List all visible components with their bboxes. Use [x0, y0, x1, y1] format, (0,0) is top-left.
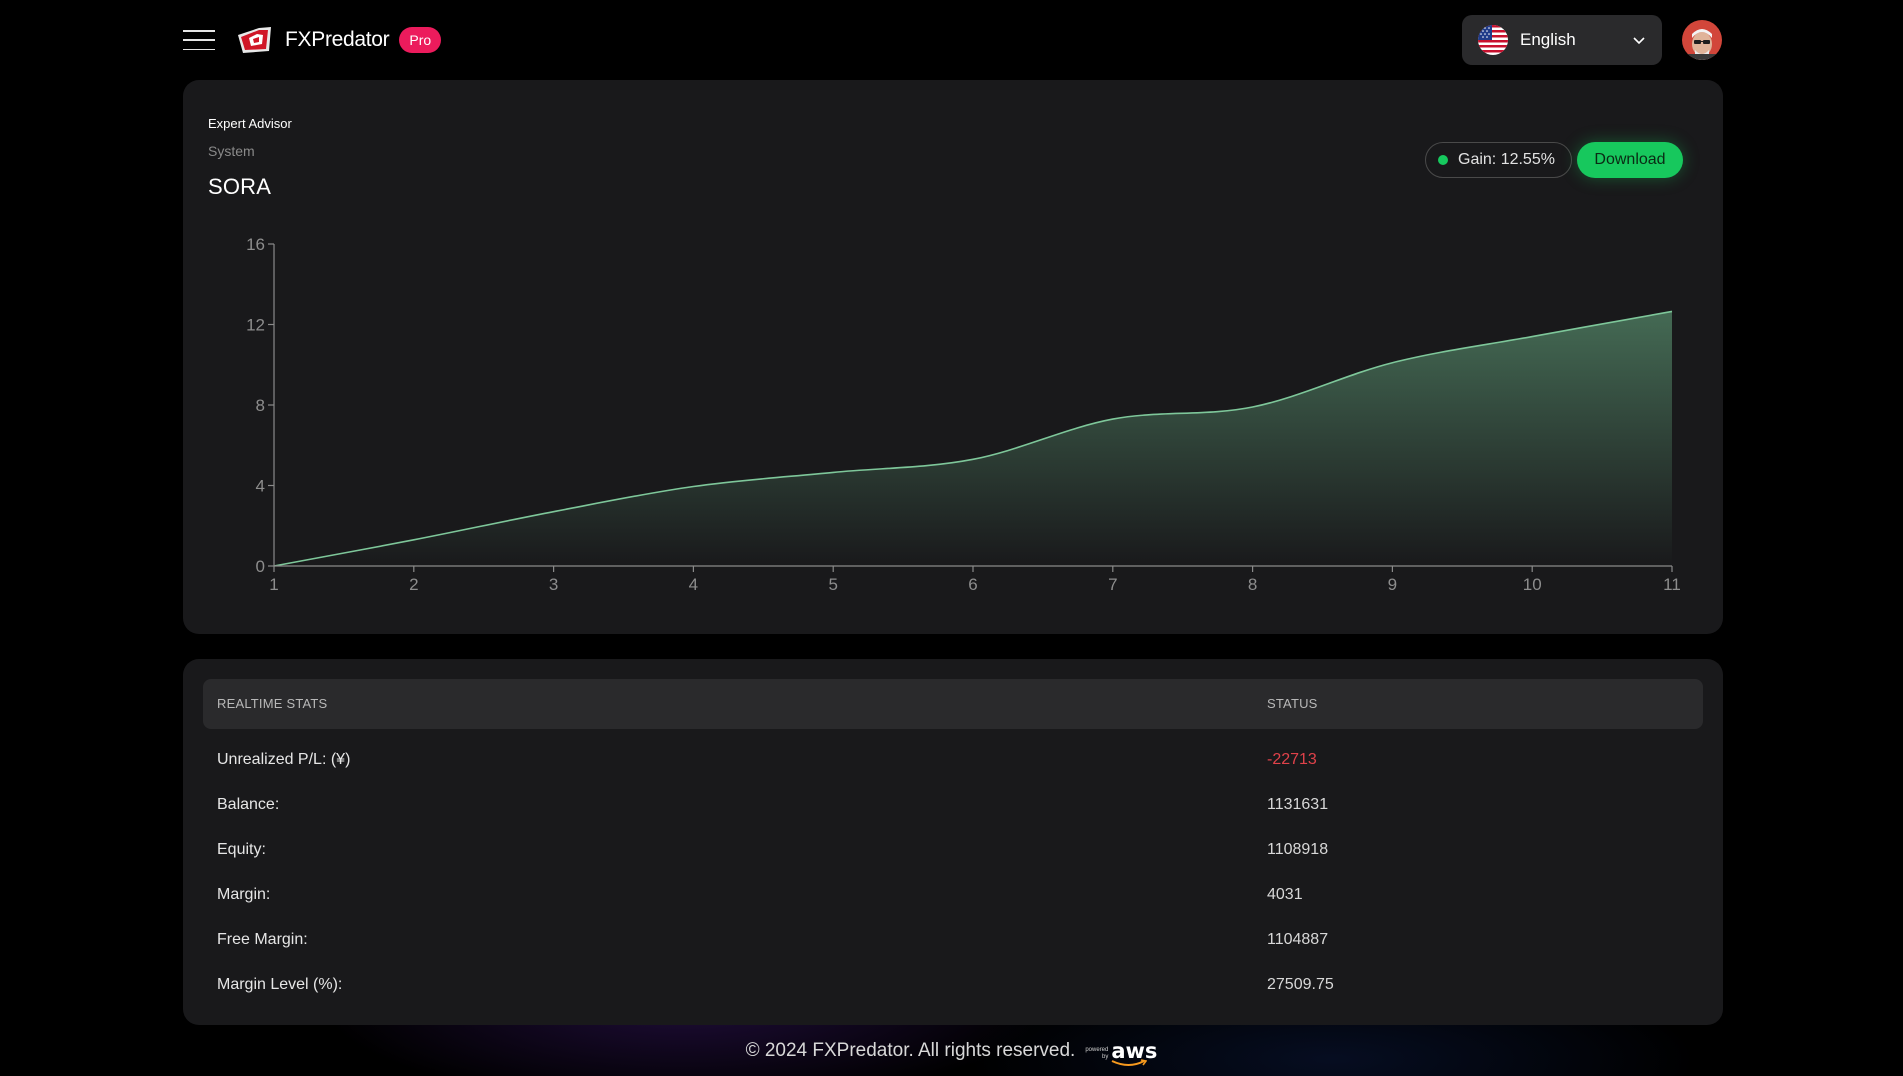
x-tick-label: 6 [968, 575, 977, 594]
x-tick-label: 7 [1108, 575, 1117, 594]
x-tick-label: 11 [1663, 575, 1681, 594]
y-tick-label: 8 [256, 396, 265, 415]
stat-value: 1108918 [1267, 841, 1329, 858]
expert-advisor-card: Expert Advisor System SORA Gain: 12.55% … [183, 80, 1723, 634]
stat-value: -22713 [1267, 751, 1317, 768]
chevron-down-icon [1633, 37, 1645, 45]
x-tick-label: 8 [1248, 575, 1257, 594]
menu-icon[interactable] [183, 30, 215, 50]
y-tick-label: 0 [256, 557, 265, 576]
x-tick-label: 5 [828, 575, 837, 594]
stats-row: Balance: 1131631 [183, 792, 1723, 822]
stat-label: Margin Level (%): [217, 976, 343, 993]
stats-row: Equity: 1108918 [183, 837, 1723, 867]
y-tick-label: 12 [246, 316, 265, 335]
stats-table-header: REALTIME STATS STATUS [203, 679, 1703, 729]
stats-row: Unrealized P/L: (¥) -22713 [183, 747, 1723, 777]
x-tick-label: 10 [1523, 575, 1542, 594]
header-realtime-stats: REALTIME STATS [217, 696, 328, 711]
x-tick-label: 3 [549, 575, 558, 594]
stat-label: Equity: [217, 841, 266, 858]
language-select[interactable]: English [1462, 15, 1662, 65]
stat-label: Free Margin: [217, 931, 308, 948]
powered-by-text: powered by [1085, 1047, 1109, 1060]
stat-value: 4031 [1267, 886, 1303, 903]
brand-name[interactable]: FXPredator [285, 28, 390, 52]
x-tick-label: 9 [1388, 575, 1397, 594]
stat-value: 27509.75 [1267, 976, 1334, 993]
top-bar: FXPredator Pro English [183, 15, 1722, 65]
stat-label: Unrealized P/L: (¥) [217, 751, 351, 768]
area-fill [274, 311, 1672, 566]
footer: © 2024 FXPredator. All rights reserved. … [0, 1039, 1903, 1066]
header-status: STATUS [1267, 696, 1318, 711]
x-tick-label: 4 [689, 575, 698, 594]
us-flag-icon [1478, 25, 1508, 55]
aws-logo-icon: aws [1111, 1039, 1158, 1066]
stats-row: Free Margin: 1104887 [183, 927, 1723, 957]
y-tick-label: 16 [246, 235, 265, 254]
realtime-stats-card: REALTIME STATS STATUS Unrealized P/L: (¥… [183, 659, 1723, 1025]
language-label: English [1520, 30, 1576, 49]
stat-label: Margin: [217, 886, 271, 903]
user-avatar[interactable] [1682, 20, 1722, 60]
pro-badge: Pro [399, 27, 442, 53]
copyright-text: © 2024 FXPredator. All rights reserved. [745, 1040, 1076, 1061]
powered-by-aws: powered by aws [1085, 1039, 1158, 1066]
stat-label: Balance: [217, 796, 280, 813]
stats-row: Margin Level (%): 27509.75 [183, 972, 1723, 1002]
y-tick-label: 4 [256, 477, 265, 496]
stats-row: Margin: 4031 [183, 882, 1723, 912]
header-right: English [1462, 15, 1722, 65]
stat-value: 1104887 [1267, 931, 1329, 948]
gain-chart: 04812161 2 3 4 5 6 7 8 9 10 11 [246, 235, 1681, 594]
x-tick-label: 1 [269, 575, 278, 594]
x-tick-label: 2 [409, 575, 418, 594]
stat-value: 1131631 [1267, 796, 1329, 813]
fxpredator-logo-icon [238, 27, 271, 53]
